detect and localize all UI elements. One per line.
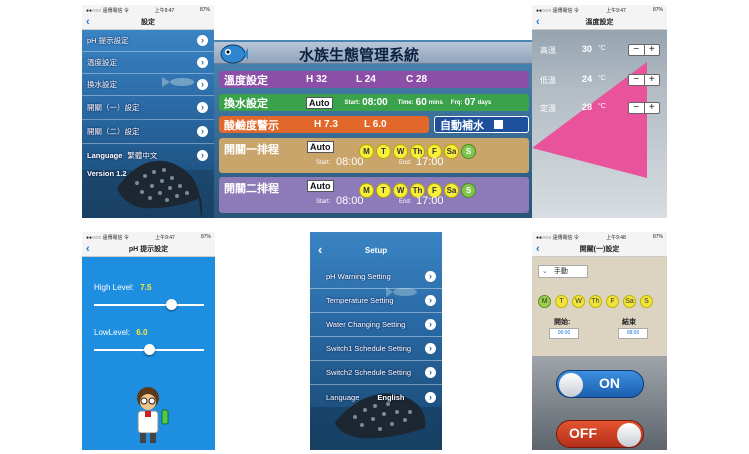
dashboard-screen: 水族生態管理系統 溫度設定 H 32 L 24 C 28 換水設定 Auto S… — [214, 40, 532, 218]
temperature-screen: ●●○○○ 遠傳電信 令 上午9:47 87% ‹ 溫度設定 高溫 30 °C … — [532, 5, 667, 218]
switch2-schedule-row[interactable]: 開關二排程 Auto M T W Th F Sa S Start: 08:00 End: 1… — [219, 177, 529, 213]
pink-triangle-decoration — [532, 62, 647, 178]
high-level-slider[interactable] — [94, 304, 204, 306]
chevron-right-icon: › — [197, 126, 208, 137]
auto-fill-toggle[interactable]: 自動補水 — [434, 116, 529, 133]
language-selector[interactable]: Language 繁體中文 › — [82, 144, 214, 166]
water-mode-select[interactable]: Auto — [306, 96, 333, 109]
menu-item-switch2[interactable]: 開關（二）設定 › — [82, 120, 214, 144]
switch1-screen: ●●○○○ 遠傳電信 令 上午9:48 87% ‹ 開關(一)設定 ⌄ 手動 M… — [532, 232, 667, 450]
water-change-row[interactable]: 換水設定 Auto Start: 08:00 Time: 60 mins Frq… — [219, 94, 529, 111]
menu-item-temperature[interactable]: Temperature Setting › — [310, 289, 442, 313]
nav-bar: ‹ 溫度設定 — [532, 15, 667, 30]
status-bar: ●●○○○ 遠傳電信 令 上午9:48 87% — [532, 232, 667, 242]
status-bar: ●●○○○ 遠傳電信 令 上午9:47 87% — [82, 232, 215, 242]
toggle-knob[interactable] — [559, 373, 583, 397]
checkbox[interactable] — [494, 120, 503, 129]
ph-warning-row[interactable]: 酸鹼度警示 H 7.3 L 6.0 — [219, 116, 429, 133]
menu-item-switch1[interactable]: Switch1 Schedule Setting › — [310, 337, 442, 361]
page-title: pH 提示設定 — [128, 246, 169, 253]
high-level-slider-thumb[interactable] — [166, 299, 177, 310]
temp-row-target: 定溫 28 °C − + — [540, 101, 665, 115]
back-button[interactable]: ‹ — [86, 242, 90, 257]
nav-bar: ‹ 開關(一)設定 — [532, 242, 667, 257]
chevron-right-icon: › — [425, 295, 436, 306]
ph-screen: ●●○○○ 遠傳電信 令 上午9:47 87% ‹ pH 提示設定 High L… — [82, 232, 215, 450]
menu-item-temperature[interactable]: 溫度設定 › — [82, 52, 214, 74]
scientist-mascot-icon — [137, 387, 169, 443]
switch2-mode-select[interactable]: Auto — [307, 180, 334, 192]
chevron-right-icon: › — [425, 271, 436, 282]
fish-logo-icon — [220, 44, 248, 64]
temp-row-low: 低溫 24 °C − + — [540, 73, 665, 87]
temp-row-high: 高溫 30 °C − + — [540, 43, 665, 57]
low-temp-stepper[interactable]: − + — [628, 74, 660, 86]
page-title: 開關(一)設定 — [579, 246, 620, 253]
on-toggle[interactable]: ON — [556, 370, 644, 398]
page-title: Setup — [364, 246, 388, 255]
back-button[interactable]: ‹ — [86, 15, 90, 30]
status-bar: ●●○○○ 遠傳電信 令 上午9:47 87% — [82, 5, 214, 15]
page-title: 溫度設定 — [585, 19, 614, 26]
chevron-right-icon: › — [425, 343, 436, 354]
off-toggle[interactable]: OFF — [556, 420, 644, 448]
menu-item-switch2[interactable]: Switch2 Schedule Setting › — [310, 361, 442, 385]
menu-item-water-changing[interactable]: Water Changing Setting › — [310, 313, 442, 337]
page-title: 設定 — [141, 19, 155, 26]
chevron-right-icon: › — [197, 149, 208, 161]
chevron-right-icon: › — [197, 79, 208, 90]
start-label: 開始: — [554, 319, 571, 326]
switch1-schedule-row[interactable]: 開關一排程 Auto M T W Th F Sa S Start: 08:00 End: 1… — [219, 138, 529, 173]
menu-item-ph[interactable]: pH 提示設定 › — [82, 30, 214, 52]
mode-select[interactable]: ⌄ 手動 — [538, 265, 588, 278]
nav-bar: ‹ 設定 — [82, 15, 214, 30]
start-time-field[interactable]: 06:00 — [549, 328, 579, 339]
setup-screen-en: ‹ Setup pH Warning Setting › Temperature … — [310, 232, 442, 450]
high-level-label: High Level: 7.5 — [94, 283, 152, 292]
chevron-right-icon: › — [425, 367, 436, 378]
chevron-right-icon: › — [197, 102, 208, 113]
settings-screen-zh: ●●○○○ 遠傳電信 令 上午9:47 87% ‹ 設定 pH 提示設定 › 溫… — [82, 5, 214, 218]
low-level-label: LowLevel: 6.0 — [94, 328, 148, 337]
target-temp-stepper[interactable]: − + — [628, 102, 660, 114]
temperature-row[interactable]: 溫度設定 H 32 L 24 C 28 — [219, 71, 529, 88]
menu-item-ph-warning[interactable]: pH Warning Setting › — [310, 265, 442, 289]
high-temp-stepper[interactable]: − + — [628, 44, 660, 56]
low-level-slider-thumb[interactable] — [144, 344, 155, 355]
chevron-right-icon: › — [425, 391, 436, 403]
language-selector[interactable]: Language English › — [310, 385, 442, 409]
version-label: Version 1.2 — [87, 168, 127, 178]
chevron-down-icon: ⌄ — [542, 268, 548, 275]
nav-bar: ‹ pH 提示設定 — [82, 242, 215, 257]
menu-item-switch1[interactable]: 開關（一）設定 › — [82, 96, 214, 120]
end-label: 結束 — [622, 319, 636, 326]
back-button[interactable]: ‹ — [536, 242, 540, 257]
day-selector: M T W Th F Sa S — [538, 290, 657, 308]
status-bar: ●●○○○ 遠傳電信 令 上午9:47 87% — [532, 5, 667, 15]
toggle-knob[interactable] — [617, 423, 641, 447]
chevron-right-icon: › — [425, 319, 436, 330]
chevron-right-icon: › — [197, 57, 208, 68]
switch1-mode-select[interactable]: Auto — [307, 141, 334, 153]
end-time-field[interactable]: 08:00 — [618, 328, 648, 339]
menu-item-water-change[interactable]: 換水設定 › — [82, 74, 214, 96]
back-button[interactable]: ‹ — [536, 15, 540, 30]
page-title: 水族生態管理系統 — [299, 46, 420, 64]
chevron-right-icon: › — [197, 35, 208, 46]
